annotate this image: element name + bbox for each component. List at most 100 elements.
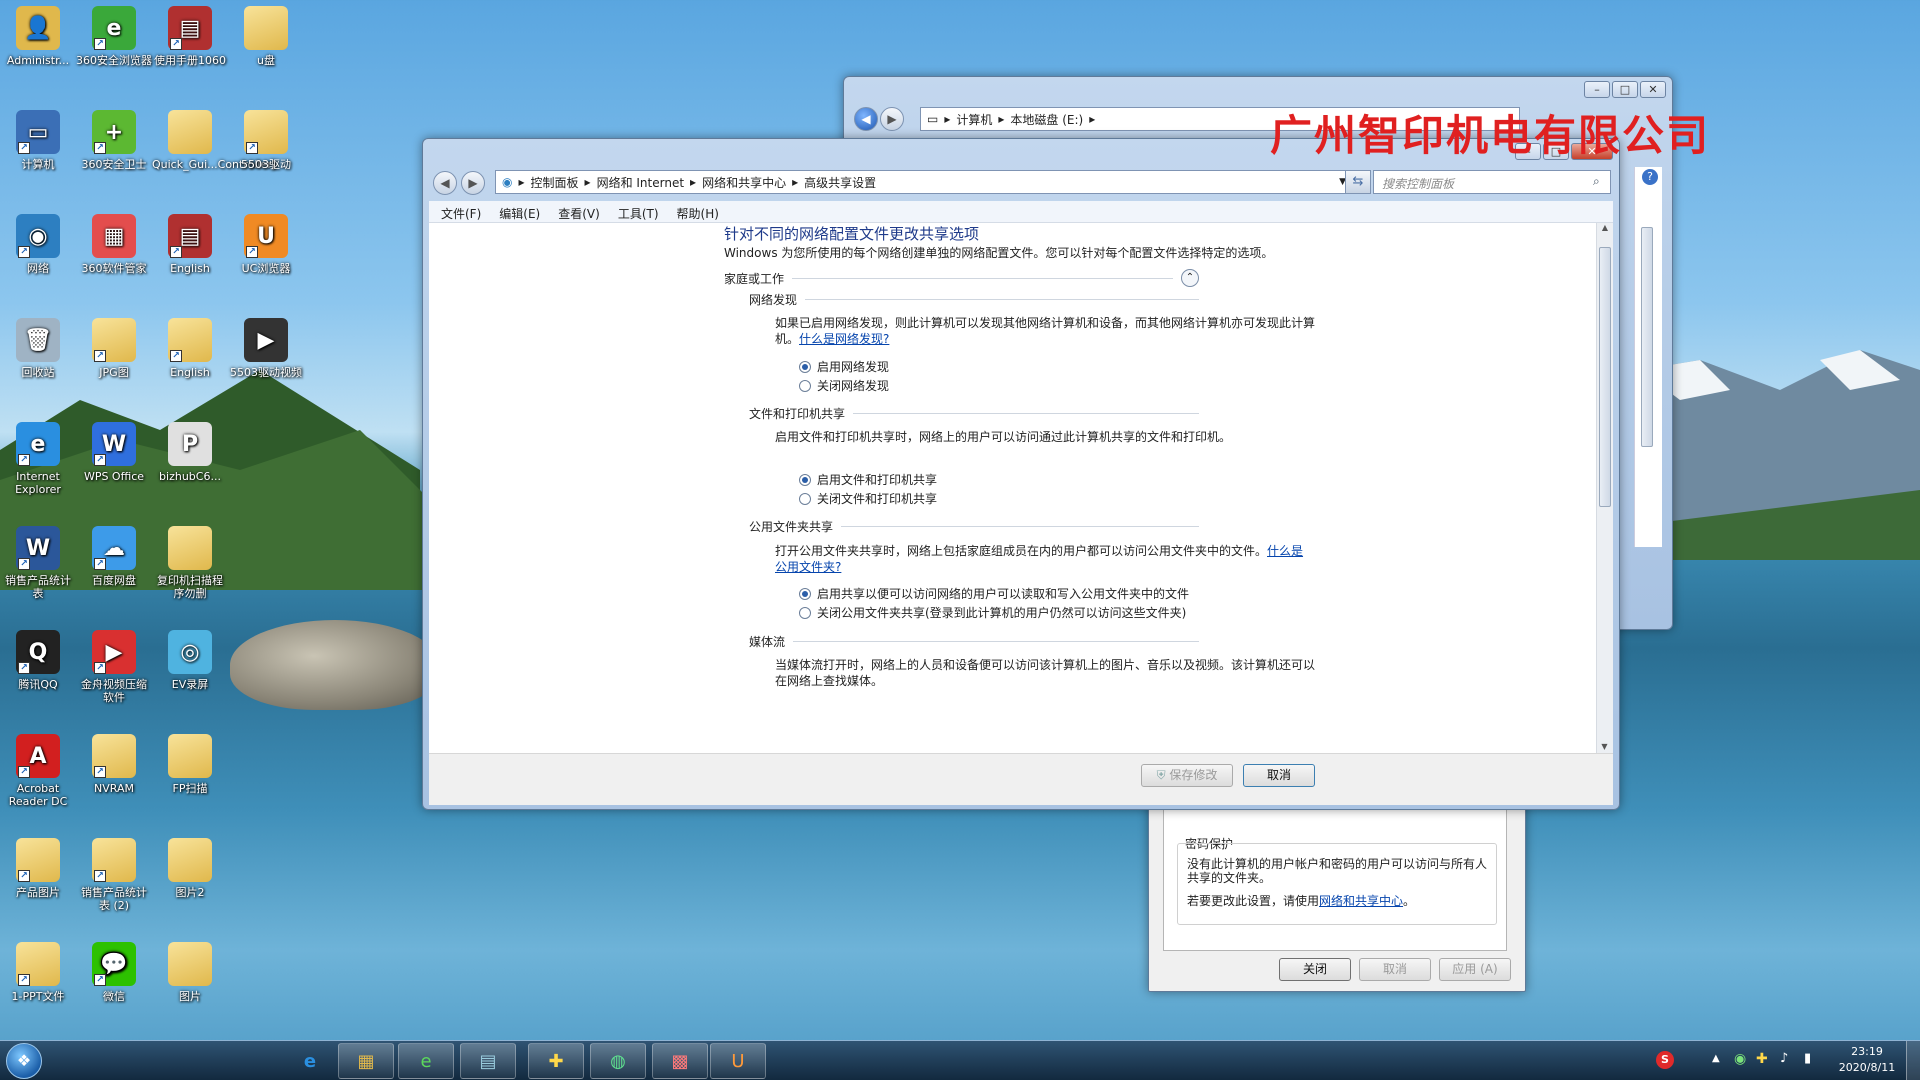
- desktop-icon[interactable]: ↗ 销售产品统计表 (2): [76, 838, 152, 912]
- forward-button[interactable]: ▶: [880, 107, 904, 131]
- desktop-icon[interactable]: ↗ JPG图: [76, 318, 152, 379]
- desktop-icon[interactable]: 复印机扫描程序勿删: [152, 526, 228, 600]
- desktop-icon[interactable]: ▤ ↗ English: [152, 214, 228, 275]
- properties-cancel-button[interactable]: 取消: [1359, 958, 1431, 981]
- discovery-off-radio[interactable]: 关闭网络发现: [799, 377, 889, 394]
- taskbar-ie-icon[interactable]: e: [282, 1043, 338, 1079]
- scroll-thumb[interactable]: [1599, 247, 1611, 507]
- desktop-icon[interactable]: ☁ ↗ 百度网盘: [76, 526, 152, 587]
- desktop-icon[interactable]: U ↗ UC浏览器: [228, 214, 304, 275]
- back-button[interactable]: ◀: [854, 107, 878, 131]
- desktop-icon[interactable]: 👤 Administr...: [0, 6, 76, 67]
- minimize-button[interactable]: –: [1584, 81, 1610, 98]
- advanced-sharing-window[interactable]: – □ ✕ ◀ ▶ ◉ ▸ 控制面板 ▸ 网络和 Internet ▸ 网络和共享中心…: [422, 138, 1620, 810]
- discovery-on-radio[interactable]: 启用网络发现: [799, 358, 889, 375]
- properties-apply-button[interactable]: 应用 (A): [1439, 958, 1511, 981]
- breadcrumb-advanced-sharing[interactable]: 高级共享设置: [804, 174, 876, 191]
- volume-icon[interactable]: ♪: [1780, 1051, 1788, 1066]
- desktop-icon-label: WPS Office: [83, 470, 145, 483]
- scroll-down-icon[interactable]: ▼: [1597, 742, 1612, 751]
- desktop-icon[interactable]: A ↗ Acrobat Reader DC: [0, 734, 76, 808]
- taskbar-explorer-icon[interactable]: ▦: [338, 1043, 394, 1079]
- desktop-icon[interactable]: ↗ NVRAM: [76, 734, 152, 795]
- cancel-button[interactable]: 取消: [1243, 764, 1315, 787]
- network-signal-icon[interactable]: ▮: [1804, 1051, 1811, 1066]
- taskbar-360browser-icon[interactable]: e: [398, 1043, 454, 1079]
- public-on-radio[interactable]: 启用共享以便可以访问网络的用户可以读取和写入公用文件夹中的文件: [799, 585, 1189, 602]
- desktop-icon[interactable]: ↗ 1-PPT文件: [0, 942, 76, 1003]
- breadcrumb-network-internet[interactable]: 网络和 Internet: [597, 174, 684, 191]
- save-changes-button[interactable]: ⛨ 保存修改: [1141, 764, 1233, 787]
- clock[interactable]: 23:19 2020/8/11: [1830, 1044, 1904, 1076]
- sogou-input-icon[interactable]: S: [1656, 1051, 1674, 1069]
- app-icon: e ↗: [16, 422, 60, 466]
- help-icon[interactable]: ?: [1642, 169, 1658, 185]
- address-bar[interactable]: ◉ ▸ 控制面板 ▸ 网络和 Internet ▸ 网络和共享中心 ▸ 高级共享设置 ▼: [495, 170, 1353, 194]
- menu-file[interactable]: 文件(F): [441, 205, 481, 221]
- desktop-icon[interactable]: ▭ ↗ 计算机: [0, 110, 76, 171]
- desktop-icon[interactable]: u盘: [228, 6, 304, 67]
- app-icon: ◉ ↗: [16, 214, 60, 258]
- menu-tools[interactable]: 工具(T): [618, 205, 659, 221]
- desktop-icon[interactable]: ▦ 360软件管家: [76, 214, 152, 275]
- desktop-icon[interactable]: FP扫描: [152, 734, 228, 795]
- taskbar-controlpanel-icon[interactable]: ▤: [460, 1043, 516, 1079]
- desktop-icon[interactable]: ▶ ↗ 金舟视频压缩软件: [76, 630, 152, 704]
- taskbar-360safe-icon[interactable]: ✚: [528, 1043, 584, 1079]
- forward-button[interactable]: ▶: [461, 171, 485, 195]
- back-button[interactable]: ◀: [433, 171, 457, 195]
- scroll-up-icon[interactable]: ▲: [1597, 223, 1613, 232]
- content-scrollbar[interactable]: ▲ ▼: [1596, 223, 1613, 753]
- desktop-icon[interactable]: 🗑 回收站: [0, 318, 76, 379]
- menu-help[interactable]: 帮助(H): [677, 205, 719, 221]
- desktop-icon[interactable]: 图片: [152, 942, 228, 1003]
- desktop-icon[interactable]: ↗ 产品图片: [0, 838, 76, 899]
- desktop-icon[interactable]: ◎ EV录屏: [152, 630, 228, 691]
- tray-expand-icon[interactable]: ▲: [1712, 1053, 1720, 1064]
- breadcrumb-computer[interactable]: 计算机: [956, 111, 992, 128]
- menu-view[interactable]: 查看(V): [558, 205, 600, 221]
- desktop-icon[interactable]: e ↗ 360安全浏览器: [76, 6, 152, 67]
- desktop-icon[interactable]: ◉ ↗ 网络: [0, 214, 76, 275]
- desktop-icon[interactable]: ↗ 5503驱动: [228, 110, 304, 171]
- file-print-off-radio[interactable]: 关闭文件和打印机共享: [799, 490, 937, 507]
- search-input[interactable]: 搜索控制面板: [1373, 170, 1611, 194]
- refresh-button[interactable]: ⇆: [1345, 170, 1371, 194]
- collapse-icon[interactable]: ⌃: [1181, 269, 1199, 287]
- taskbar-green-app-icon[interactable]: ◍: [590, 1043, 646, 1079]
- breadcrumb-drive-e[interactable]: 本地磁盘 (E:): [1010, 111, 1083, 128]
- public-off-radio[interactable]: 关闭公用文件夹共享(登录到此计算机的用户仍然可以访问这些文件夹): [799, 604, 1186, 621]
- desktop-icon[interactable]: PbizhubC6...: [152, 422, 228, 483]
- control-panel-icon: ◉: [502, 175, 513, 189]
- taskbar-softmgr-icon[interactable]: ▩: [652, 1043, 708, 1079]
- show-desktop-button[interactable]: [1906, 1041, 1920, 1080]
- tray-360-icon[interactable]: ◉: [1734, 1051, 1746, 1067]
- desktop-icon[interactable]: Q ↗ 腾讯QQ: [0, 630, 76, 691]
- start-button[interactable]: ❖: [6, 1043, 42, 1079]
- tray-safe-icon[interactable]: ✚: [1756, 1051, 1768, 1067]
- desktop-icon[interactable]: Quick_Gui...Controller): [152, 110, 276, 171]
- desktop-icon-label: English: [170, 262, 210, 275]
- desktop-icon[interactable]: ▤ ↗ 使用手册1060: [152, 6, 228, 67]
- network-center-link[interactable]: 网络和共享中心: [1319, 894, 1403, 908]
- taskbar-uc-icon[interactable]: U: [710, 1043, 766, 1079]
- file-print-on-radio[interactable]: 启用文件和打印机共享: [799, 471, 937, 488]
- desktop-icon[interactable]: 💬 ↗ 微信: [76, 942, 152, 1003]
- app-icon: 🗑: [16, 318, 60, 362]
- desktop-icon[interactable]: ↗ English: [152, 318, 228, 379]
- desktop-icon-label: 1-PPT文件: [11, 990, 65, 1003]
- menu-edit[interactable]: 编辑(E): [499, 205, 540, 221]
- desktop-icon[interactable]: W ↗ WPS Office: [76, 422, 152, 483]
- close-button[interactable]: ✕: [1640, 81, 1666, 98]
- desktop-icon[interactable]: 图片2: [152, 838, 228, 899]
- desktop-icon[interactable]: W ↗ 销售产品统计表: [0, 526, 76, 600]
- desktop-icon[interactable]: e ↗ Internet Explorer: [0, 422, 76, 496]
- desktop-icon[interactable]: + ↗ 360安全卫士: [76, 110, 152, 171]
- explorer-scroll-thumb[interactable]: [1641, 227, 1653, 447]
- desktop-icon[interactable]: ▶ 5503驱动视频: [228, 318, 304, 379]
- breadcrumb-network-sharing-center[interactable]: 网络和共享中心: [702, 174, 786, 191]
- maximize-button[interactable]: □: [1612, 81, 1638, 98]
- properties-close-button[interactable]: 关闭: [1279, 958, 1351, 981]
- breadcrumb-control-panel[interactable]: 控制面板: [531, 174, 579, 191]
- discovery-help-link[interactable]: 什么是网络发现?: [799, 332, 889, 346]
